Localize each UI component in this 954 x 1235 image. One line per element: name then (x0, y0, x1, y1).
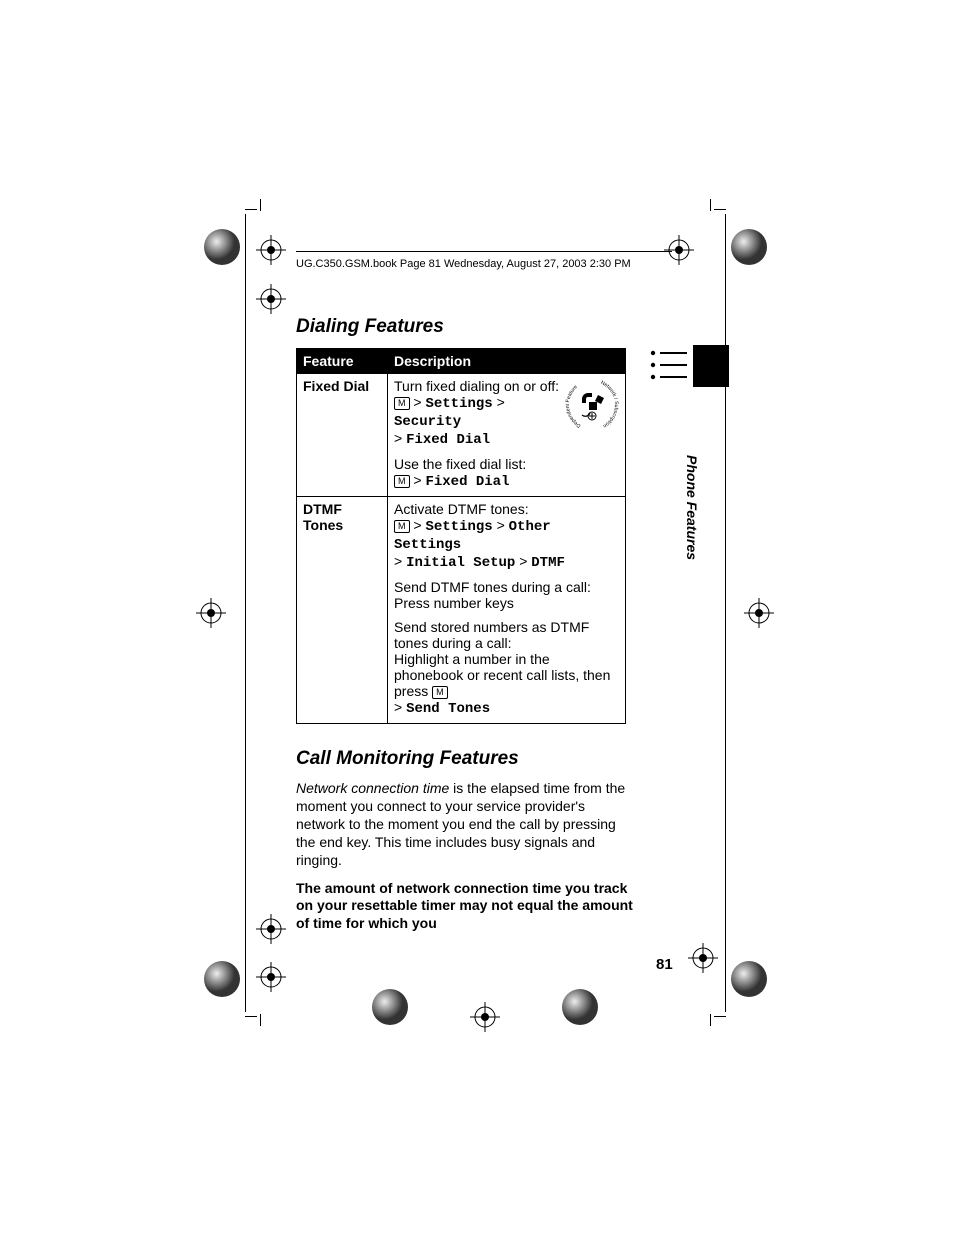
col-feature: Feature (297, 349, 388, 374)
svg-text:Dependent Feature: Dependent Feature (565, 384, 582, 429)
dtmf-p1: Activate DTMF tones: (394, 501, 529, 517)
side-section-label: Phone Features (684, 455, 700, 560)
gt: > (394, 553, 402, 569)
feature-desc-fixed-dial: Network / Subscription Dependent Feature (388, 374, 626, 497)
dtmf-p2: Send DTMF tones during a call: (394, 579, 591, 595)
printer-mark-icon (369, 986, 411, 1028)
crosshair-icon (196, 598, 226, 628)
path: Fixed Dial (406, 432, 490, 448)
path: DTMF (531, 555, 565, 571)
margin-tab-icon (649, 345, 729, 395)
path: Send Tones (406, 701, 490, 717)
table-row: DTMF Tones Activate DTMF tones: M > Sett… (297, 497, 626, 724)
call-monitoring-heading: Call Monitoring Features (296, 748, 636, 770)
gt: > (497, 394, 505, 410)
printer-mark-icon (728, 958, 770, 1000)
fixed-p2: Use the fixed dial list: (394, 456, 526, 472)
dtmf-p3b: Highlight a number in the phonebook or r… (394, 651, 610, 699)
gt: > (413, 517, 421, 533)
crosshair-icon (256, 914, 286, 944)
gt: > (394, 699, 402, 715)
printer-mark-icon (201, 226, 243, 268)
dtmf-p2b: Press number keys (394, 595, 514, 611)
menu-key-icon: M (394, 475, 410, 488)
path: Initial Setup (406, 555, 515, 571)
menu-key-icon: M (394, 520, 410, 533)
dtmf-p3a: Send stored numbers as DTMF tones during… (394, 619, 589, 651)
gt: > (413, 472, 421, 488)
feature-desc-dtmf: Activate DTMF tones: M > Settings > Othe… (388, 497, 626, 724)
gt: > (519, 553, 527, 569)
crosshair-icon (256, 962, 286, 992)
network-dependent-icon: Network / Subscription Dependent Feature (565, 378, 619, 432)
running-header: UG.C350.GSM.book Page 81 Wednesday, Augu… (296, 258, 631, 270)
nct-term: Network connection time (296, 780, 449, 796)
crosshair-icon (256, 235, 286, 265)
dialing-features-table: Feature Description Fixed Dial Ne (296, 348, 626, 724)
path: Settings (425, 519, 492, 535)
printer-mark-icon (201, 958, 243, 1000)
crosshair-icon (744, 598, 774, 628)
menu-key-icon: M (394, 397, 410, 410)
path: Settings (425, 396, 492, 412)
dtmf-l2: Tones (303, 517, 343, 533)
crosshair-icon (256, 284, 286, 314)
call-monitoring-para2: The amount of network connection time yo… (296, 880, 636, 934)
gt: > (413, 394, 421, 410)
col-description: Description (388, 349, 626, 374)
path: Security (394, 414, 461, 430)
printer-mark-icon (559, 986, 601, 1028)
crosshair-icon (688, 943, 718, 973)
dtmf-l1: DTMF (303, 501, 342, 517)
call-monitoring-para1: Network connection time is the elapsed t… (296, 780, 636, 870)
gt: > (394, 430, 402, 446)
table-row: Fixed Dial Network / Subscription Depen (297, 374, 626, 497)
dialing-features-heading: Dialing Features (296, 316, 636, 338)
feature-name-fixed-dial: Fixed Dial (297, 374, 388, 497)
svg-text:Network / Subscription: Network / Subscription (600, 380, 619, 429)
header-rule (296, 251, 672, 252)
printer-mark-icon (728, 226, 770, 268)
fixed-p1: Turn fixed dialing on or off: (394, 378, 559, 394)
feature-name-dtmf: DTMF Tones (297, 497, 388, 724)
crosshair-icon (664, 235, 694, 265)
page-number: 81 (656, 956, 673, 973)
path: Fixed Dial (425, 474, 509, 490)
menu-key-icon: M (432, 686, 448, 699)
crosshair-icon (470, 1002, 500, 1032)
gt: > (497, 517, 505, 533)
